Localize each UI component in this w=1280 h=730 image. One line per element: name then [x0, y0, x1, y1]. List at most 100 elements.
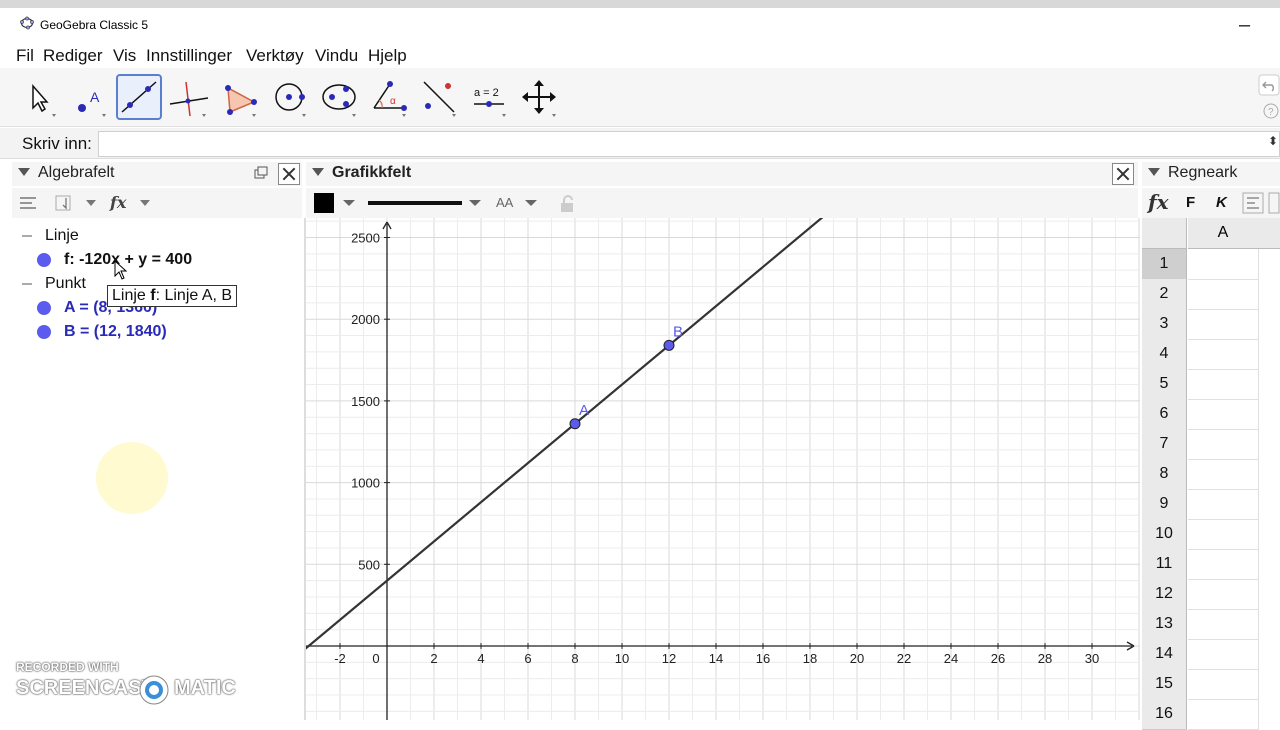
visibility-toggle-a[interactable]: [37, 301, 51, 315]
conic-tool-button[interactable]: [316, 74, 362, 120]
cell-a[interactable]: [1188, 309, 1259, 340]
line-tool-button[interactable]: [116, 74, 162, 120]
slider-tool-button[interactable]: a = 2: [466, 74, 512, 120]
italic-button[interactable]: K: [1216, 194, 1227, 211]
row-header[interactable]: 14: [1142, 639, 1187, 670]
color-swatch[interactable]: [314, 193, 334, 213]
row-header[interactable]: 13: [1142, 609, 1187, 640]
row-header[interactable]: 10: [1142, 519, 1187, 550]
point-tool-button[interactable]: A: [66, 74, 112, 120]
circle-icon: [275, 83, 306, 117]
menu-vindu[interactable]: Vindu: [315, 46, 358, 66]
collapse-triangle-icon[interactable]: [312, 168, 324, 176]
input-field[interactable]: [98, 131, 1280, 157]
graphics-panel-title: Grafikkfelt: [332, 164, 412, 181]
cell-a[interactable]: [1188, 639, 1259, 670]
perpendicular-tool-button[interactable]: [166, 74, 212, 120]
point-a[interactable]: [569, 418, 581, 430]
sort-icon[interactable]: [54, 194, 100, 212]
graphics-view[interactable]: -2 0 2 4 6 8 10 12 14 16 18 20 22 24 26 28 30 500 1000 1500…: [292, 0, 1140, 720]
bold-button[interactable]: F: [1186, 194, 1195, 211]
line-style-preview[interactable]: [368, 201, 462, 205]
x-tick-label: -2: [334, 651, 346, 666]
menu-rediger[interactable]: Rediger: [43, 46, 103, 66]
cell-a[interactable]: [1188, 519, 1259, 550]
column-header-next[interactable]: [1258, 218, 1280, 249]
input-history-arrow-icon[interactable]: ⬍: [1268, 134, 1278, 148]
move-view-tool-button[interactable]: [516, 74, 562, 120]
x-tick-label: 4: [477, 651, 484, 666]
font-size-toggle[interactable]: AA: [496, 195, 513, 210]
undo-icon[interactable]: [1258, 74, 1280, 96]
spreadsheet-view: A 1 2 3 4 5 6 7 8 9 10 11 12 13 14 15 16: [1142, 218, 1280, 730]
collapse-triangle-icon[interactable]: [1148, 168, 1160, 176]
reflect-tool-button[interactable]: [416, 74, 462, 120]
cell-a[interactable]: [1188, 369, 1259, 400]
cell-a[interactable]: [1188, 549, 1259, 580]
collapse-minus-icon[interactable]: [22, 235, 32, 237]
align-icon[interactable]: [1242, 192, 1280, 214]
dropdown-arrow-icon[interactable]: [468, 198, 482, 208]
row-header[interactable]: 15: [1142, 669, 1187, 700]
algebra-item-b[interactable]: B = (12, 1840): [64, 323, 167, 341]
graph-canvas[interactable]: -2 0 2 4 6 8 10 12 14 16 18 20 22 24 26 28 3050010001500…: [292, 0, 1140, 720]
cell-a[interactable]: [1188, 669, 1259, 700]
slider-tool-label: a = 2: [474, 87, 499, 99]
cell-a[interactable]: [1188, 429, 1259, 460]
visibility-toggle-f[interactable]: [37, 253, 51, 267]
fx-button[interactable]: fx: [1148, 190, 1169, 214]
move-tool-button[interactable]: [16, 74, 62, 120]
row-header[interactable]: 16: [1142, 699, 1187, 730]
lock-icon[interactable]: [558, 194, 578, 214]
row-header[interactable]: 9: [1142, 489, 1187, 520]
row-header[interactable]: 1: [1142, 249, 1187, 280]
minimize-button[interactable]: –: [1239, 14, 1250, 37]
cell-a[interactable]: [1188, 279, 1259, 310]
collapse-triangle-icon[interactable]: [18, 168, 30, 176]
row-header[interactable]: 6: [1142, 399, 1187, 430]
polygon-tool-button[interactable]: [216, 74, 262, 120]
cell-a[interactable]: [1188, 609, 1259, 640]
fx-description-icon[interactable]: fx: [108, 192, 154, 214]
row-header[interactable]: 4: [1142, 339, 1187, 370]
row-header[interactable]: 5: [1142, 369, 1187, 400]
row-header[interactable]: 12: [1142, 579, 1187, 610]
algebra-close-button[interactable]: [278, 163, 300, 185]
row-header[interactable]: 2: [1142, 279, 1187, 310]
cell-a[interactable]: [1188, 249, 1259, 280]
row-header[interactable]: 3: [1142, 309, 1187, 340]
menu-innstillinger[interactable]: Innstillinger: [146, 46, 232, 66]
watermark-line3: MATIC: [174, 677, 236, 699]
algebra-item-f[interactable]: f: -120x + y = 400: [64, 251, 192, 269]
circle-tool-button[interactable]: [266, 74, 312, 120]
row-header[interactable]: 11: [1142, 549, 1187, 580]
cell-a[interactable]: [1188, 339, 1259, 370]
perpendicular-line-icon: [169, 81, 209, 117]
menu-verktoy[interactable]: Verktøy: [246, 46, 304, 66]
point-b[interactable]: [663, 339, 675, 351]
column-header-a[interactable]: A: [1188, 218, 1259, 249]
cell-a[interactable]: [1188, 459, 1259, 490]
dropdown-arrow-icon[interactable]: [342, 198, 356, 208]
row-header[interactable]: 7: [1142, 429, 1187, 460]
help-icon[interactable]: ?: [1262, 102, 1280, 120]
input-bar: Skriv inn: ⬍: [0, 128, 1280, 159]
cell-a[interactable]: [1188, 579, 1259, 610]
cell-a[interactable]: [1188, 489, 1259, 520]
menu-hjelp[interactable]: Hjelp: [368, 46, 407, 66]
toggle-list-icon[interactable]: [18, 194, 38, 212]
cell-a[interactable]: [1188, 399, 1259, 430]
row-header[interactable]: 8: [1142, 459, 1187, 490]
menu-vis[interactable]: Vis: [113, 46, 136, 66]
line-f[interactable]: [292, 0, 1140, 660]
visibility-toggle-b[interactable]: [37, 325, 51, 339]
collapse-minus-icon[interactable]: [22, 283, 32, 285]
angle-tool-button[interactable]: α: [366, 74, 412, 120]
graphics-close-button[interactable]: [1112, 163, 1134, 185]
dropdown-arrow-icon[interactable]: [524, 198, 538, 208]
svg-text:fx: fx: [109, 193, 127, 212]
undock-icon[interactable]: [254, 166, 268, 180]
menu-fil[interactable]: Fil: [16, 46, 34, 66]
corner-cell[interactable]: [1142, 218, 1187, 249]
cell-a[interactable]: [1188, 699, 1259, 730]
